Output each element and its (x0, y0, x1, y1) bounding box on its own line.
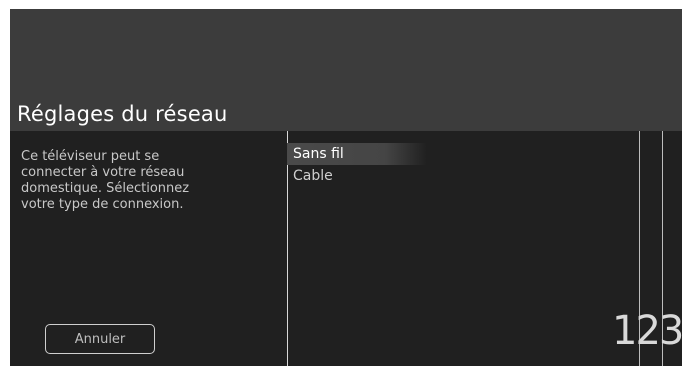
menu-header: Réglages du réseau (10, 9, 682, 131)
help-description: Ce téléviseur peut se connecter à votre … (21, 149, 190, 212)
tv-menu-screen: Réglages du réseau Ce téléviseur peut se… (10, 9, 682, 366)
option-cable[interactable]: Cable (287, 165, 427, 187)
option-wireless[interactable]: Sans fil (287, 143, 427, 165)
connection-type-list: Sans fil Cable (287, 143, 427, 187)
page-number: 123 (612, 308, 682, 354)
cancel-button[interactable]: Annuler (45, 324, 155, 354)
page-title: Réglages du réseau (17, 102, 228, 126)
info-panel: Ce téléviseur peut se connecter à votre … (10, 131, 287, 366)
